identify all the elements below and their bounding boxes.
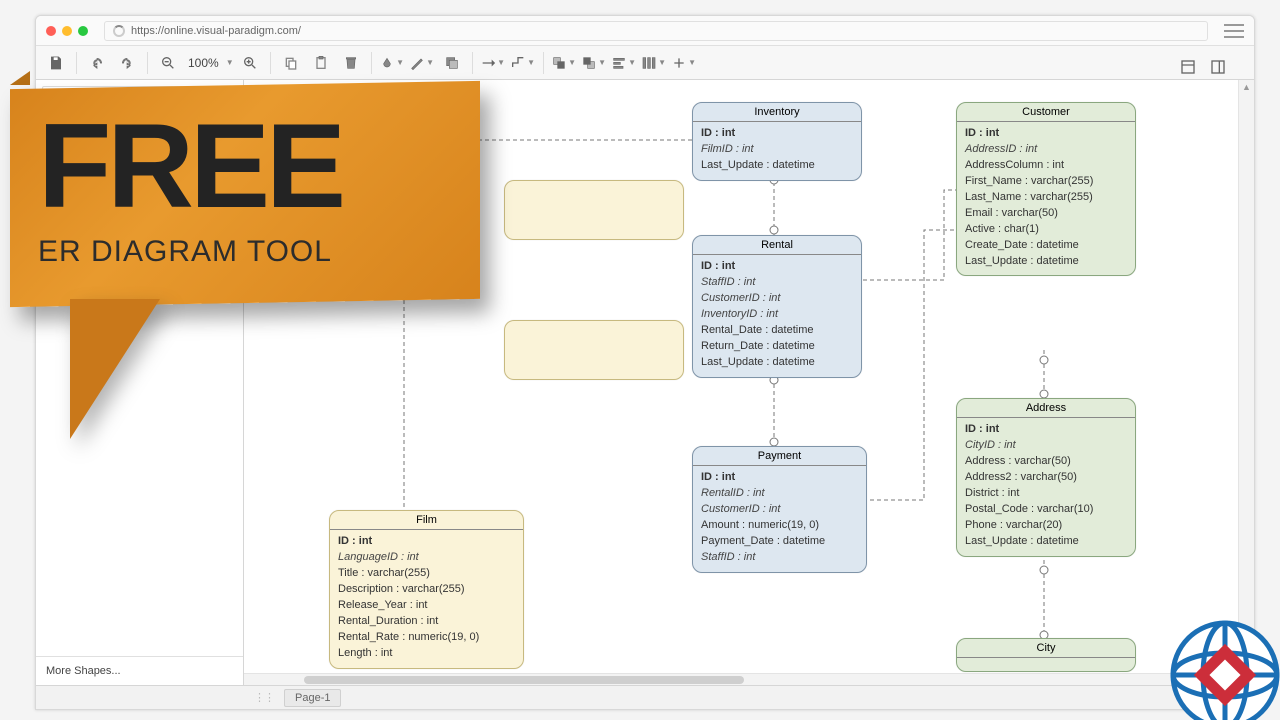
save-button[interactable] (42, 50, 70, 76)
entity-field: CityID : int (965, 438, 1127, 454)
entity-field: StaffID : int (701, 275, 853, 291)
entity-hidden-1[interactable] (504, 180, 684, 240)
horizontal-scrollbar[interactable] (244, 673, 1238, 685)
outline-panel-toggle[interactable] (1204, 54, 1232, 80)
align-button[interactable]: ▼ (610, 50, 638, 76)
entity-field: Amount : numeric(19, 0) (701, 518, 858, 534)
shadow-button[interactable] (438, 50, 466, 76)
entity-field: Active : char(1) (965, 222, 1127, 238)
app-toolbar: 100%▼ ▼ ▼ ▼ ▼ ▼ ▼ ▼ ▼ ▼ (36, 46, 1254, 80)
entity-rental[interactable]: Rental ID : intStaffID : intCustomerID :… (692, 235, 862, 378)
entity-field: CustomerID : int (701, 502, 858, 518)
entity-field: Last_Update : datetime (965, 534, 1127, 550)
entity-field: Last_Update : datetime (701, 355, 853, 371)
entity-film[interactable]: Film ID : intLanguageID : intTitle : var… (329, 510, 524, 669)
entity-field: Payment_Date : datetime (701, 534, 858, 550)
entity-field: Email : varchar(50) (965, 206, 1127, 222)
entity-field: Last_Name : varchar(255) (965, 190, 1127, 206)
loading-spinner-icon (113, 25, 125, 37)
entity-field: Return_Date : datetime (701, 339, 853, 355)
panel-toggle-group (1170, 50, 1236, 84)
visual-paradigm-logo (1130, 590, 1280, 720)
entity-field: ID : int (701, 259, 853, 275)
format-panel-toggle[interactable] (1174, 54, 1202, 80)
entity-field: Release_Year : int (338, 598, 515, 614)
entity-field: FilmID : int (701, 142, 853, 158)
menu-icon[interactable] (1224, 24, 1244, 38)
distribute-button[interactable]: ▼ (640, 50, 668, 76)
entity-field: First_Name : varchar(255) (965, 174, 1127, 190)
entity-field: Title : varchar(255) (338, 566, 515, 582)
entity-title: Inventory (693, 103, 861, 122)
maximize-window-icon[interactable] (78, 26, 88, 36)
promo-banner: FREE ER DIAGRAM TOOL (10, 85, 480, 439)
browser-url-bar: https://online.visual-paradigm.com/ (36, 16, 1254, 46)
entity-field: Create_Date : datetime (965, 238, 1127, 254)
line-color-button[interactable]: ▼ (408, 50, 436, 76)
entity-field: Rental_Date : datetime (701, 323, 853, 339)
delete-button[interactable] (337, 50, 365, 76)
entity-title: Customer (957, 103, 1135, 122)
entity-city[interactable]: City (956, 638, 1136, 672)
zoom-out-button[interactable] (154, 50, 182, 76)
url-field[interactable]: https://online.visual-paradigm.com/ (104, 21, 1208, 41)
fill-color-button[interactable]: ▼ (378, 50, 406, 76)
entity-title: Address (957, 399, 1135, 418)
page-tab[interactable]: Page-1 (284, 689, 341, 707)
banner-subtitle: ER DIAGRAM TOOL (38, 235, 452, 269)
entity-field: ID : int (965, 422, 1127, 438)
entity-field: Rental_Rate : numeric(19, 0) (338, 630, 515, 646)
undo-button[interactable] (83, 50, 111, 76)
entity-field: ID : int (338, 534, 515, 550)
entity-field: Description : varchar(255) (338, 582, 515, 598)
page-tab-bar: ⋮⋮ Page-1 (36, 685, 1254, 709)
zoom-in-button[interactable] (236, 50, 264, 76)
add-button[interactable]: ▼ (670, 50, 698, 76)
entity-field: ID : int (701, 126, 853, 142)
entity-field: Postal_Code : varchar(10) (965, 502, 1127, 518)
url-text: https://online.visual-paradigm.com/ (131, 25, 301, 37)
to-back-button[interactable]: ▼ (580, 50, 608, 76)
more-shapes-link[interactable]: More Shapes... (36, 656, 243, 685)
banner-title: FREE (38, 115, 452, 217)
entity-title: Film (330, 511, 523, 530)
to-front-button[interactable]: ▼ (550, 50, 578, 76)
entity-field: District : int (965, 486, 1127, 502)
entity-field: StaffID : int (701, 550, 858, 566)
entity-title: Payment (693, 447, 866, 466)
waypoint-style-button[interactable]: ▼ (509, 50, 537, 76)
entity-field: ID : int (701, 470, 858, 486)
entity-field: InventoryID : int (701, 307, 853, 323)
close-window-icon[interactable] (46, 26, 56, 36)
entity-customer[interactable]: Customer ID : intAddressID : intAddressC… (956, 102, 1136, 276)
entity-field: Rental_Duration : int (338, 614, 515, 630)
entity-field: RentalID : int (701, 486, 858, 502)
entity-field: CustomerID : int (701, 291, 853, 307)
entity-field: Last_Update : datetime (701, 158, 853, 174)
entity-field: Last_Update : datetime (965, 254, 1127, 270)
entity-field: AddressColumn : int (965, 158, 1127, 174)
paste-button[interactable] (307, 50, 335, 76)
connector-style-button[interactable]: ▼ (479, 50, 507, 76)
entity-field: ID : int (965, 126, 1127, 142)
zoom-level[interactable]: 100% (184, 56, 223, 70)
entity-payment[interactable]: Payment ID : intRentalID : intCustomerID… (692, 446, 867, 573)
entity-title: City (957, 639, 1135, 658)
copy-button[interactable] (277, 50, 305, 76)
window-controls[interactable] (46, 26, 88, 36)
entity-field: Address : varchar(50) (965, 454, 1127, 470)
entity-title: Rental (693, 236, 861, 255)
entity-address[interactable]: Address ID : intCityID : intAddress : va… (956, 398, 1136, 557)
entity-field: Phone : varchar(20) (965, 518, 1127, 534)
entity-inventory[interactable]: Inventory ID : intFilmID : intLast_Updat… (692, 102, 862, 181)
grip-icon[interactable]: ⋮⋮ (254, 691, 274, 704)
entity-field: Address2 : varchar(50) (965, 470, 1127, 486)
redo-button[interactable] (113, 50, 141, 76)
chevron-down-icon[interactable]: ▼ (226, 58, 234, 67)
entity-field: LanguageID : int (338, 550, 515, 566)
minimize-window-icon[interactable] (62, 26, 72, 36)
entity-hidden-2[interactable] (504, 320, 684, 380)
entity-field: AddressID : int (965, 142, 1127, 158)
entity-field: Length : int (338, 646, 515, 662)
